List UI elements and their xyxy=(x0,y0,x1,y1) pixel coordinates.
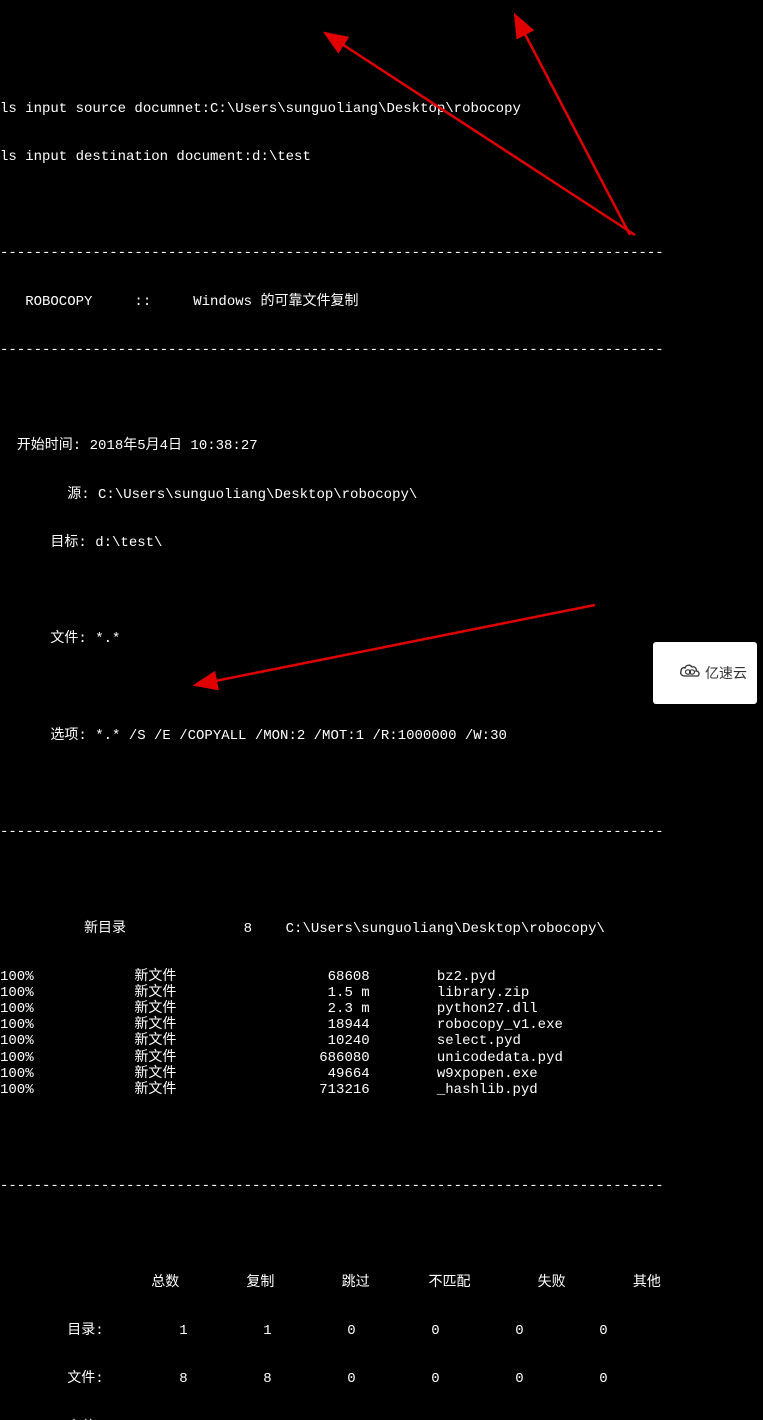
source-path: 源: C:\Users\sunguoliang\Desktop\robocopy… xyxy=(0,487,763,503)
summary-header: 总数 复制 跳过 不匹配 失败 其他 xyxy=(0,1275,763,1291)
terminal-output: ls input source documnet:C:\Users\sunguo… xyxy=(0,64,763,1420)
banner: ROBOCOPY :: Windows 的可靠文件复制 xyxy=(0,294,763,310)
file-row: 100% 新文件 2.3 m python27.dll xyxy=(0,1001,763,1017)
summary-files: 文件: 8 8 0 0 0 0 xyxy=(0,1371,763,1387)
prompt-source: ls input source documnet:C:\Users\sunguo… xyxy=(0,101,763,117)
dash-line-bottom: ----------------------------------------… xyxy=(0,1178,763,1194)
watermark-text: 亿速云 xyxy=(705,665,747,681)
files-pattern: 文件: *.* xyxy=(0,631,763,647)
watermark: 亿速云 xyxy=(653,642,757,704)
dash-line-mid2: ----------------------------------------… xyxy=(0,824,763,840)
file-row: 100% 新文件 18944 robocopy_v1.exe xyxy=(0,1017,763,1033)
options: 选项: *.* /S /E /COPYALL /MON:2 /MOT:1 /R:… xyxy=(0,728,763,744)
target-path: 目标: d:\test\ xyxy=(0,535,763,551)
prompt-dest: ls input destination document:d:\test xyxy=(0,149,763,165)
file-row: 100% 新文件 49664 w9xpopen.exe xyxy=(0,1066,763,1082)
dash-line-mid1: ----------------------------------------… xyxy=(0,342,763,358)
summary-dirs: 目录: 1 1 0 0 0 0 xyxy=(0,1323,763,1339)
file-row: 100% 新文件 686080 unicodedata.pyd xyxy=(0,1050,763,1066)
new-dir-row: 新目录 8 C:\Users\sunguoliang\Desktop\roboc… xyxy=(0,921,763,937)
dash-line-top: ----------------------------------------… xyxy=(0,245,763,261)
start-time: 开始时间: 2018年5月4日 10:38:27 xyxy=(0,438,763,454)
cloud-icon xyxy=(661,645,701,701)
file-row: 100% 新文件 10240 select.pyd xyxy=(0,1033,763,1049)
file-rows: 100% 新文件 68608 bz2.pyd100% 新文件 1.5 m lib… xyxy=(0,969,763,1098)
file-row: 100% 新文件 68608 bz2.pyd xyxy=(0,969,763,985)
file-row: 100% 新文件 1.5 m library.zip xyxy=(0,985,763,1001)
file-row: 100% 新文件 713216 _hashlib.pyd xyxy=(0,1082,763,1098)
